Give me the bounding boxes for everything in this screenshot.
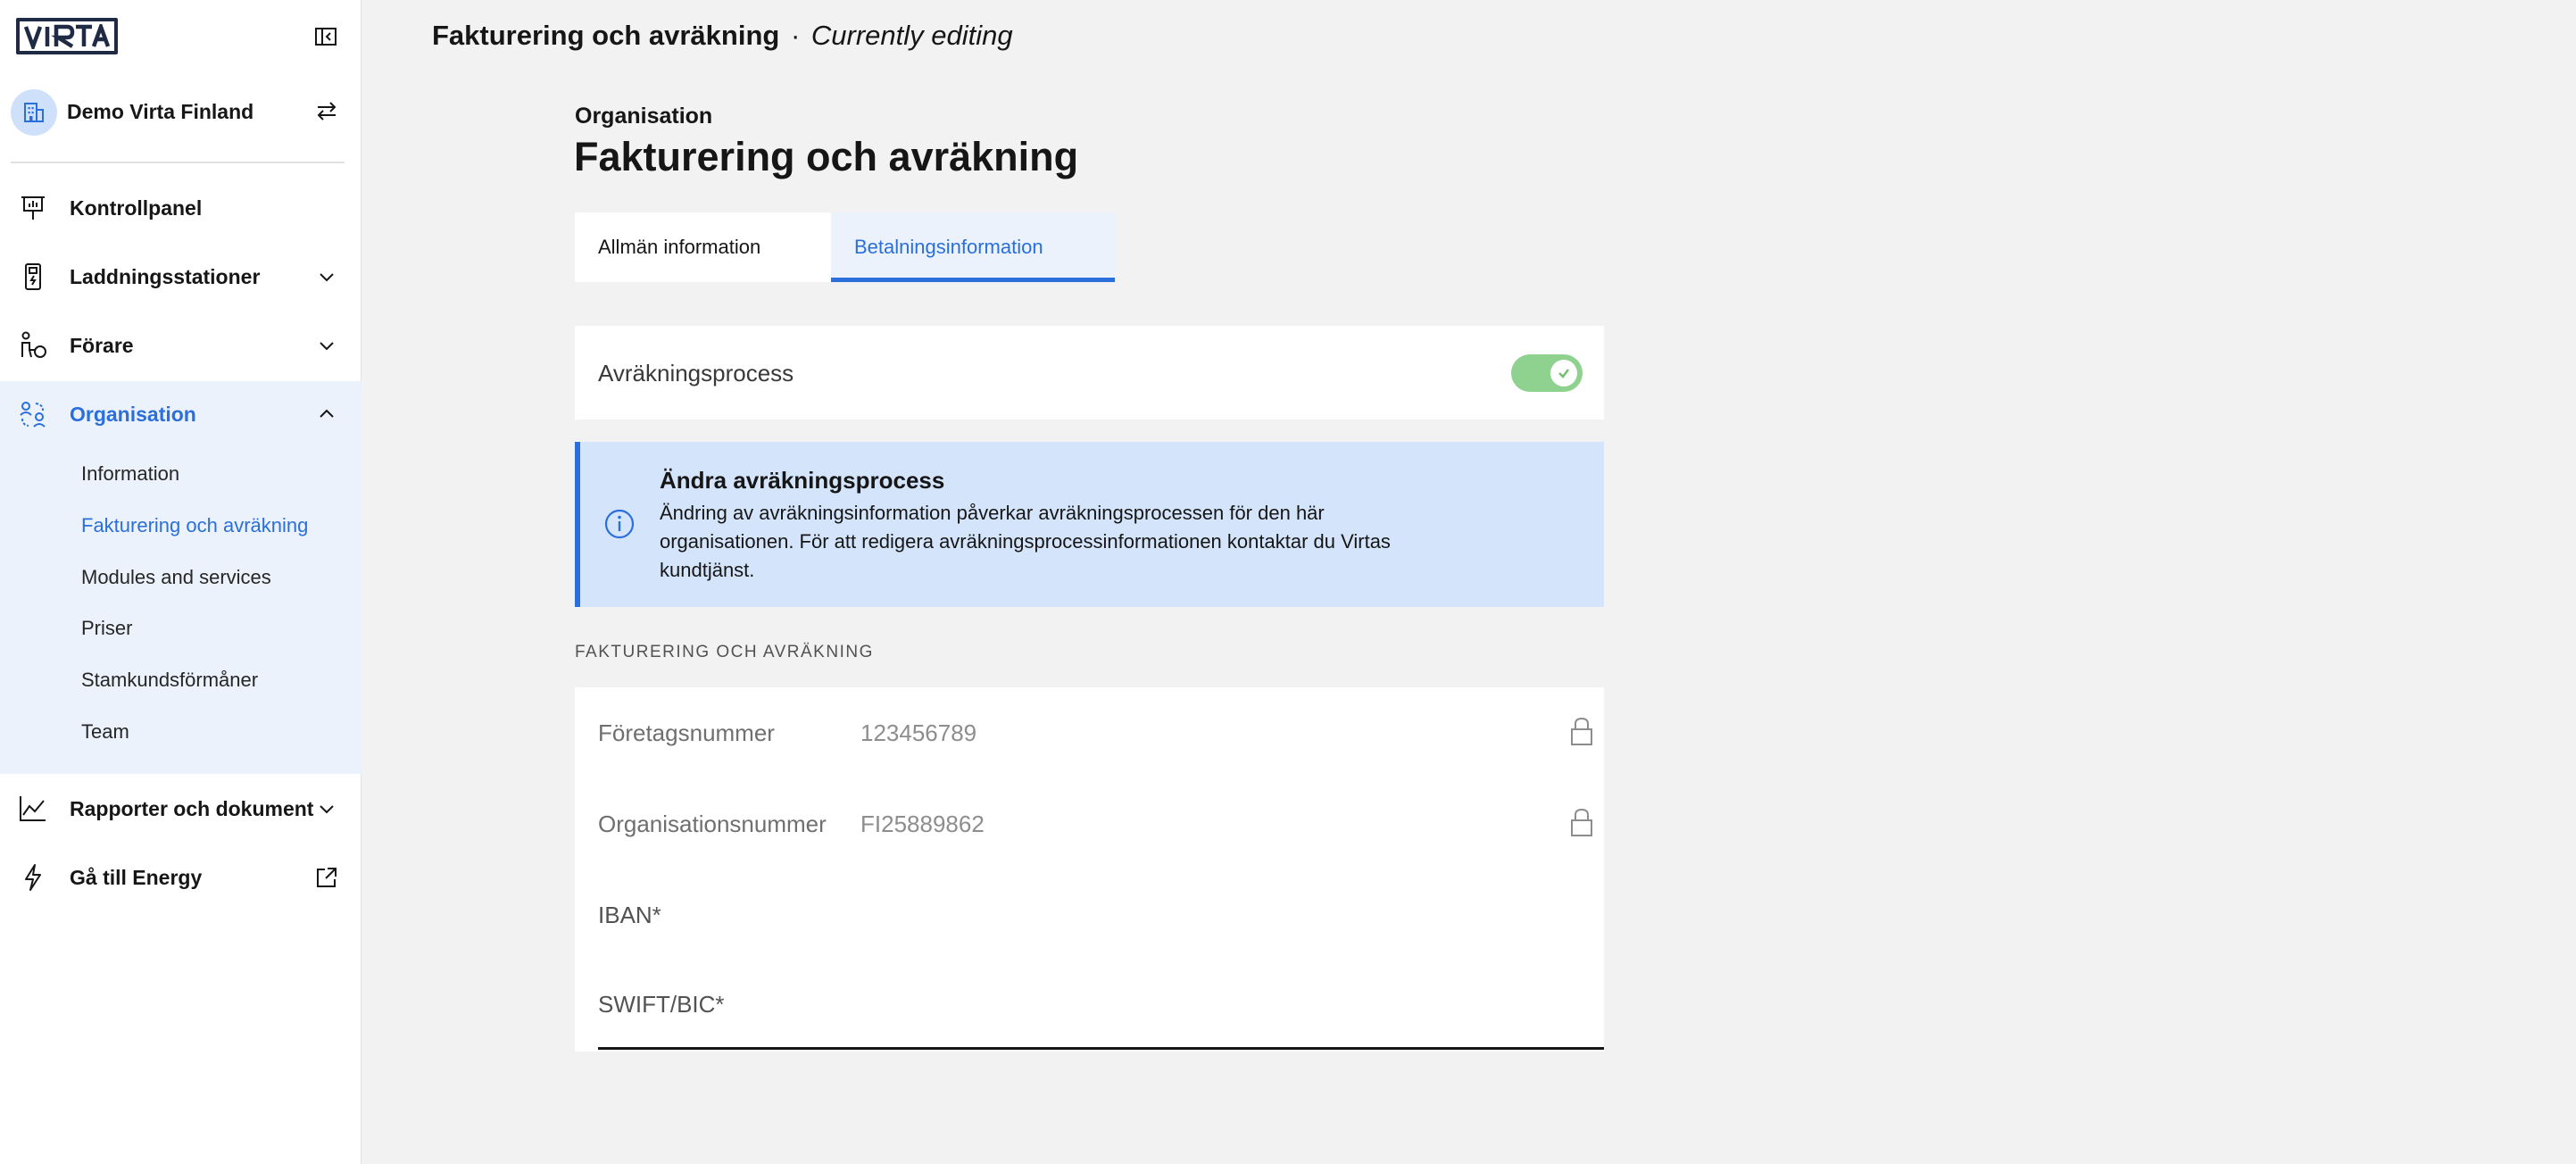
page-header-separator: · [790, 20, 801, 51]
org-number-value: FI25889862 [860, 811, 985, 837]
sidebar: Demo Virta Finland Kontrollpanel Laddnin… [0, 0, 361, 1164]
presentation-icon [18, 193, 48, 223]
nav-item-stations[interactable]: Laddningsstationer [0, 244, 361, 312]
sub-item-prices[interactable]: Priser [81, 617, 132, 640]
org-avatar [11, 89, 57, 136]
swift-input[interactable]: SWIFT/BIC* [598, 960, 1604, 1050]
sub-item-billing[interactable]: Fakturering och avräkning [81, 514, 308, 537]
nav-label-dashboard: Kontrollpanel [70, 196, 203, 220]
notice-title: Ändra avräkningsprocess [660, 467, 945, 494]
section-label: FAKTURERING OCH AVRÄKNING [575, 643, 874, 661]
virta-logo[interactable] [16, 18, 118, 54]
switch-organisation-button[interactable] [314, 98, 339, 128]
nav-item-dashboard[interactable]: Kontrollpanel [0, 175, 361, 243]
org-name: Demo Virta Finland [67, 100, 254, 123]
tab-label: Allmän information [598, 236, 761, 258]
charging-station-icon [18, 262, 48, 292]
page-header: Fakturering och avräkning · Currently ed… [432, 20, 1013, 52]
organisation-icon [18, 399, 48, 429]
lock-icon [1570, 716, 1593, 751]
nav-item-reports[interactable]: Rapporter och dokument [0, 776, 361, 844]
sub-item-modules[interactable]: Modules and services [81, 566, 271, 589]
tab-general-information[interactable]: Allmän information [575, 212, 831, 282]
tab-label: Betalningsinformation [854, 236, 1043, 258]
settlement-process-label: Avräkningsprocess [598, 360, 794, 387]
checkmark-icon [1558, 369, 1569, 378]
sub-item-information[interactable]: Information [81, 462, 179, 486]
swift-field: SWIFT/BIC* [598, 960, 1604, 1050]
chevron-down-icon[interactable] [317, 267, 337, 291]
chevron-down-icon[interactable] [317, 799, 337, 823]
info-notification: Ändra avräkningsprocess Ändring av avräk… [575, 442, 1604, 607]
nav-item-energy[interactable]: Gå till Energy [0, 844, 361, 912]
org-number-label: Organisationsnummer [598, 811, 827, 837]
page-header-title: Fakturering och avräkning [432, 20, 780, 51]
sidebar-divider [11, 162, 345, 163]
nav-label-drivers: Förare [70, 334, 134, 357]
building-icon [24, 103, 44, 122]
company-number-label: Företagsnummer [598, 719, 775, 746]
nav-label-reports: Rapporter och dokument [70, 797, 314, 820]
settlement-process-card: Avräkningsprocess [575, 326, 1604, 420]
lightning-icon [18, 862, 48, 893]
toggle-knob [1550, 360, 1577, 387]
tab-bar: Allmän information Betalningsinformation [575, 212, 1115, 282]
external-link-icon[interactable] [314, 865, 339, 894]
driver-icon [18, 330, 48, 361]
iban-input[interactable]: IBAN* [598, 869, 1604, 959]
virta-logo-icon [23, 23, 111, 49]
notice-text: Ändring av avräkningsinformation påverka… [660, 502, 1391, 581]
collapse-sidebar-button[interactable] [313, 24, 338, 49]
company-number-field: Företagsnummer 123456789 [598, 687, 1604, 777]
nav-label-stations: Laddningsstationer [70, 265, 261, 288]
settlement-process-toggle[interactable] [1511, 354, 1583, 392]
page-header-status: Currently editing [810, 20, 1013, 51]
nav-label-energy: Gå till Energy [70, 866, 203, 889]
billing-form: Företagsnummer 123456789 Organisationsnu… [575, 687, 1604, 1052]
collapse-sidebar-icon [315, 28, 337, 46]
iban-field: IBAN* [598, 869, 1604, 959]
nav-item-drivers[interactable]: Förare [0, 312, 361, 380]
chevron-up-icon[interactable] [317, 404, 337, 428]
page-title: Fakturering och avräkning [574, 134, 1079, 179]
lock-icon [1570, 807, 1593, 842]
info-icon [603, 508, 636, 545]
chevron-down-icon[interactable] [317, 336, 337, 360]
organisation-switcher[interactable]: Demo Virta Finland [0, 87, 361, 137]
nav-item-organisation[interactable]: Organisation [0, 381, 361, 449]
swap-arrows-icon [317, 102, 337, 121]
org-number-field: Organisationsnummer FI25889862 [598, 778, 1604, 868]
company-number-value: 123456789 [860, 719, 977, 746]
sub-item-loyalty[interactable]: Stamkundsförmåner [81, 669, 258, 692]
sidebar-header [0, 0, 361, 73]
page-eyebrow: Organisation [575, 104, 713, 129]
tab-payment-information[interactable]: Betalningsinformation [831, 212, 1115, 282]
sub-item-team[interactable]: Team [81, 720, 129, 744]
line-chart-icon [18, 794, 48, 824]
swift-label: SWIFT/BIC* [598, 991, 725, 1018]
iban-label: IBAN* [598, 902, 661, 928]
nav-label-organisation: Organisation [70, 403, 196, 426]
